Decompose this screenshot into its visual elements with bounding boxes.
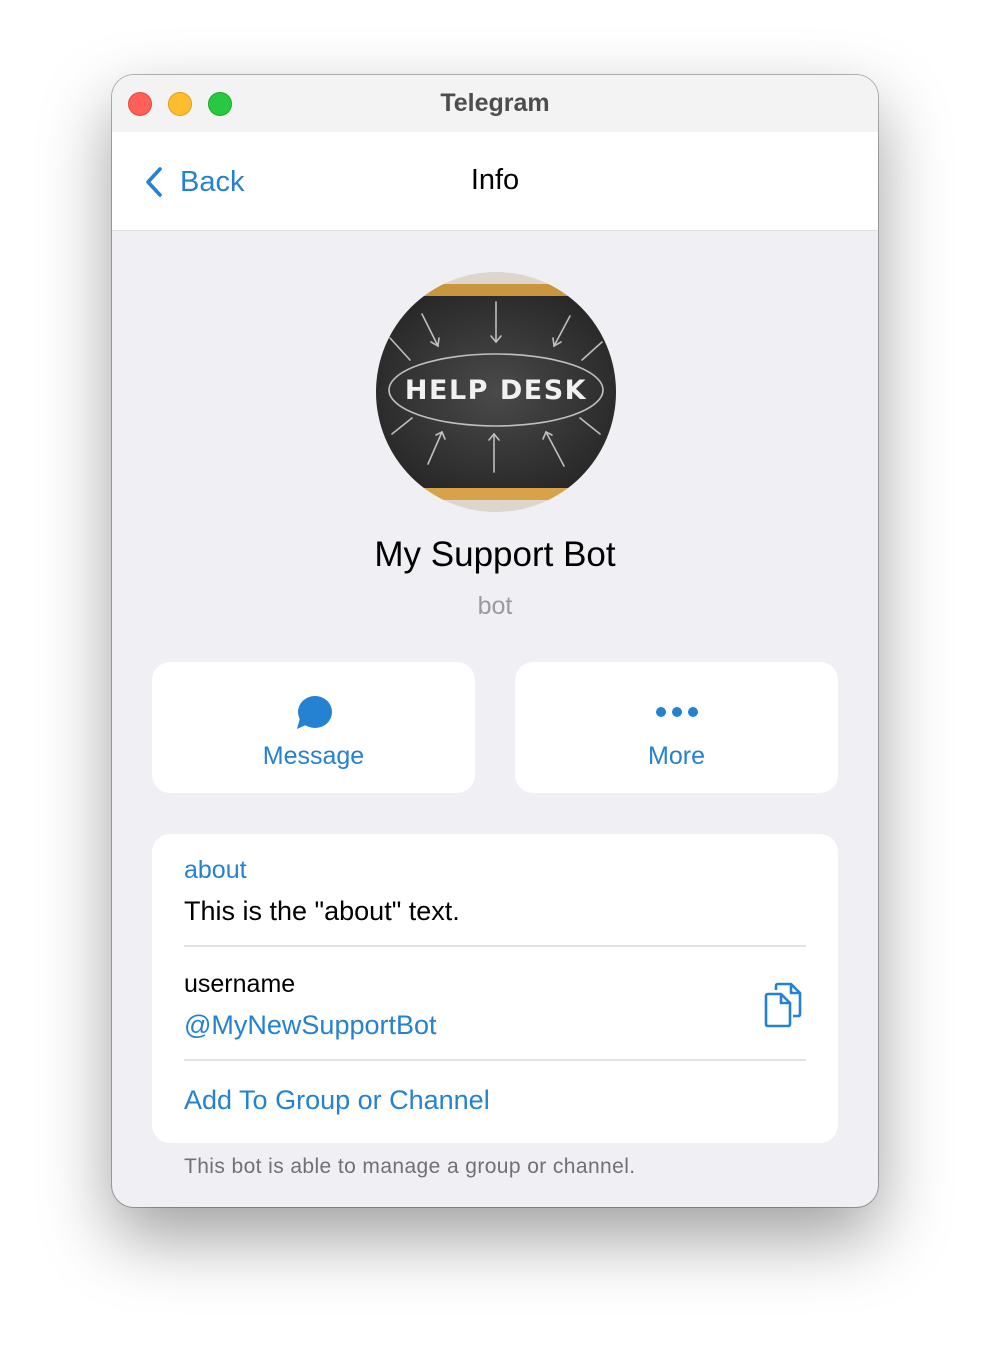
bot-name: My Support Bot: [374, 535, 616, 574]
svg-text:HELP DESK: HELP DESK: [405, 375, 587, 406]
footer-note: This bot is able to manage a group or ch…: [184, 1155, 636, 1178]
more-button[interactable]: More: [515, 662, 838, 793]
divider: [184, 945, 806, 947]
username-label: username: [184, 970, 296, 998]
bot-subtitle: bot: [477, 592, 513, 620]
chat-bubble-icon: [296, 696, 332, 729]
username-value[interactable]: @MyNewSupportBot: [184, 1010, 437, 1041]
about-label: about: [184, 856, 247, 884]
bot-avatar[interactable]: HELP DESK: [376, 272, 616, 512]
more-label: More: [648, 742, 705, 770]
message-button[interactable]: Message: [152, 662, 475, 793]
info-card: about This is the "about" text. username…: [152, 834, 838, 1143]
copy-icon[interactable]: [762, 982, 806, 1028]
help-desk-chalkboard-image: HELP DESK: [376, 272, 616, 512]
page-title: Info: [470, 164, 520, 196]
navigation-bar: Back Info: [112, 132, 878, 231]
window-title: Telegram: [440, 89, 550, 117]
message-label: Message: [262, 742, 365, 770]
app-window: Telegram Back Info HELP DESK My Support …: [112, 75, 878, 1207]
add-to-group-link[interactable]: Add To Group or Channel: [184, 1085, 490, 1116]
divider: [184, 1059, 806, 1061]
ellipsis-icon: [655, 707, 698, 717]
title-bar: Telegram: [112, 75, 878, 132]
about-text: This is the "about" text.: [184, 896, 460, 926]
